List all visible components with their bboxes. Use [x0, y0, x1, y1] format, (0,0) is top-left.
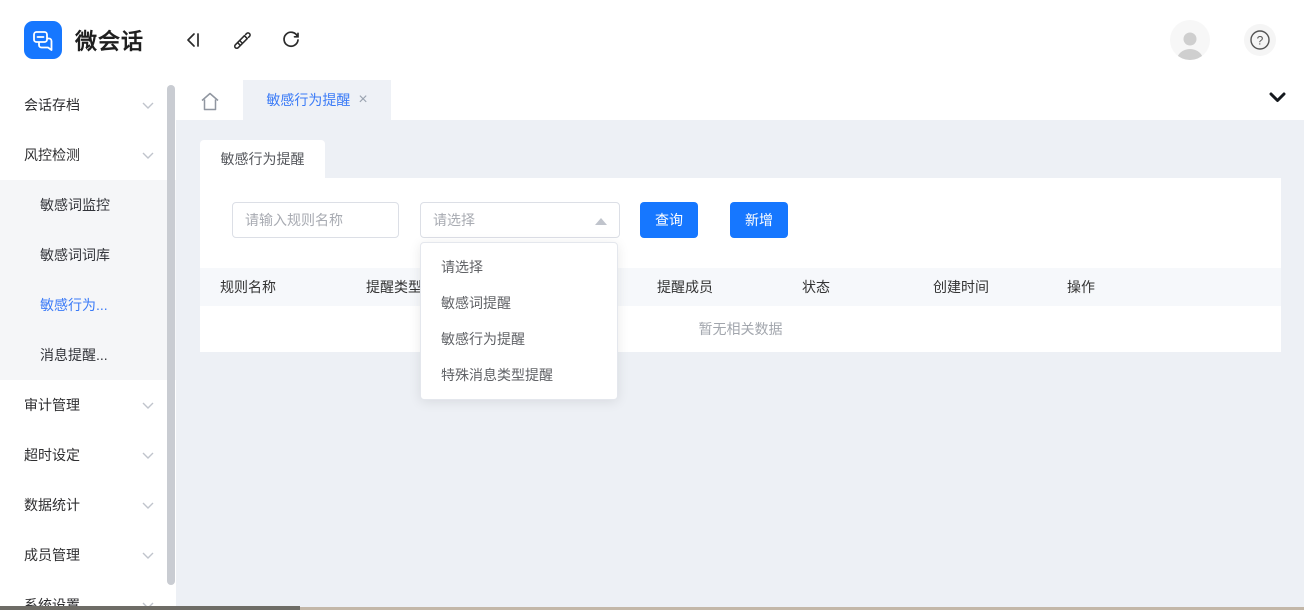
rule-name-input[interactable] — [232, 202, 399, 238]
col-status: 状态 — [802, 277, 933, 297]
sidebar-scrollbar[interactable] — [167, 85, 175, 585]
sidebar-subitem-sensitive-word-monitor[interactable]: 敏感词监控 — [0, 180, 176, 230]
sidebar-subitem-sensitive-word-library[interactable]: 敏感词词库 — [0, 230, 176, 280]
chevron-down-icon — [142, 552, 154, 559]
sidebar-item-label: 超时设定 — [24, 445, 80, 465]
sidebar-item-label: 审计管理 — [24, 395, 80, 415]
close-icon[interactable]: × — [358, 92, 367, 108]
dropdown-option-sensitive-behavior[interactable]: 敏感行为提醒 — [421, 321, 617, 357]
dropdown-option-please-select[interactable]: 请选择 — [421, 249, 617, 285]
sidebar-item-label: 成员管理 — [24, 545, 80, 565]
main-panel: 请选择 查询 新增 规则名称 提醒类型 提醒成员 状态 创建时间 操作 暂无相关… — [200, 178, 1281, 352]
col-reminder-members: 提醒成员 — [657, 277, 802, 297]
table-header-row: 规则名称 提醒类型 提醒成员 状态 创建时间 操作 — [200, 268, 1281, 306]
empty-state-text: 暂无相关数据 — [200, 306, 1281, 352]
chevron-down-icon — [142, 502, 154, 509]
select-value: 请选择 — [433, 210, 475, 230]
app-header: 微会话 — [0, 0, 1304, 80]
content-tab-label: 敏感行为提醒 — [221, 149, 305, 169]
chevron-down-icon — [142, 102, 154, 109]
sidebar-item-member-management[interactable]: 成员管理 — [0, 530, 176, 580]
dropdown-option-sensitive-word[interactable]: 敏感词提醒 — [421, 285, 617, 321]
subitem-label: 敏感行为... — [40, 295, 108, 315]
tabbar-chevron-down-icon[interactable] — [1269, 92, 1286, 103]
app-title: 微会话 — [75, 24, 144, 56]
app-logo — [24, 21, 62, 59]
subitem-label: 敏感词词库 — [40, 245, 110, 265]
sidebar-item-session-archive[interactable]: 会话存档 — [0, 80, 176, 130]
reminder-type-select[interactable]: 请选择 — [420, 202, 620, 238]
query-button[interactable]: 查询 — [640, 202, 698, 238]
collapse-sidebar-icon[interactable] — [182, 29, 204, 51]
help-icon[interactable]: ? — [1244, 24, 1276, 56]
sidebar-item-timeout-settings[interactable]: 超时设定 — [0, 430, 176, 480]
select-arrow-up-icon — [595, 218, 607, 225]
risk-detection-submenu: 敏感词监控 敏感词词库 敏感行为... 消息提醒... — [0, 180, 176, 380]
col-rule-name: 规则名称 — [220, 277, 366, 297]
dropdown-option-special-message[interactable]: 特殊消息类型提醒 — [421, 357, 617, 393]
sidebar-item-label: 会话存档 — [24, 95, 80, 115]
sidebar-item-data-statistics[interactable]: 数据统计 — [0, 480, 176, 530]
page-tabbar: 敏感行为提醒 × — [176, 80, 1304, 120]
sidebar-subitem-sensitive-behavior[interactable]: 敏感行为... — [0, 280, 176, 330]
reminder-type-dropdown: 请选择 敏感词提醒 敏感行为提醒 特殊消息类型提醒 — [420, 242, 618, 400]
svg-text:?: ? — [1257, 33, 1264, 47]
header-toolbar — [182, 29, 302, 51]
theme-brush-icon[interactable] — [231, 29, 253, 51]
sidebar-subitem-message-reminder[interactable]: 消息提醒... — [0, 330, 176, 380]
sidebar-item-label: 风控检测 — [24, 145, 80, 165]
tab-sensitive-behavior-reminder[interactable]: 敏感行为提醒 × — [243, 80, 391, 120]
sidebar-item-label: 数据统计 — [24, 495, 80, 515]
content-area: 敏感行为提醒 请选择 查询 新增 规则名称 提醒类型 提醒成员 状态 创建时间 … — [176, 120, 1304, 610]
content-tab-sensitive-behavior[interactable]: 敏感行为提醒 — [200, 140, 325, 178]
sidebar-item-audit-management[interactable]: 审计管理 — [0, 380, 176, 430]
add-button[interactable]: 新增 — [730, 202, 788, 238]
chevron-down-icon — [142, 402, 154, 409]
chevron-down-icon — [142, 452, 154, 459]
sidebar: 会话存档 风控检测 敏感词监控 敏感词词库 敏感行为... 消息提醒... 审计… — [0, 80, 176, 610]
bottom-edge-dark-strip — [0, 606, 300, 610]
tab-label: 敏感行为提醒 — [266, 90, 350, 110]
col-create-time: 创建时间 — [933, 277, 1067, 297]
refresh-icon[interactable] — [280, 29, 302, 51]
subitem-label: 消息提醒... — [40, 345, 108, 365]
chat-bubbles-icon — [31, 28, 55, 52]
chevron-down-icon — [142, 152, 154, 159]
user-avatar[interactable] — [1170, 20, 1210, 60]
subitem-label: 敏感词监控 — [40, 195, 110, 215]
sidebar-item-risk-detection[interactable]: 风控检测 — [0, 130, 176, 180]
col-actions: 操作 — [1067, 277, 1281, 297]
home-icon[interactable] — [198, 89, 222, 113]
